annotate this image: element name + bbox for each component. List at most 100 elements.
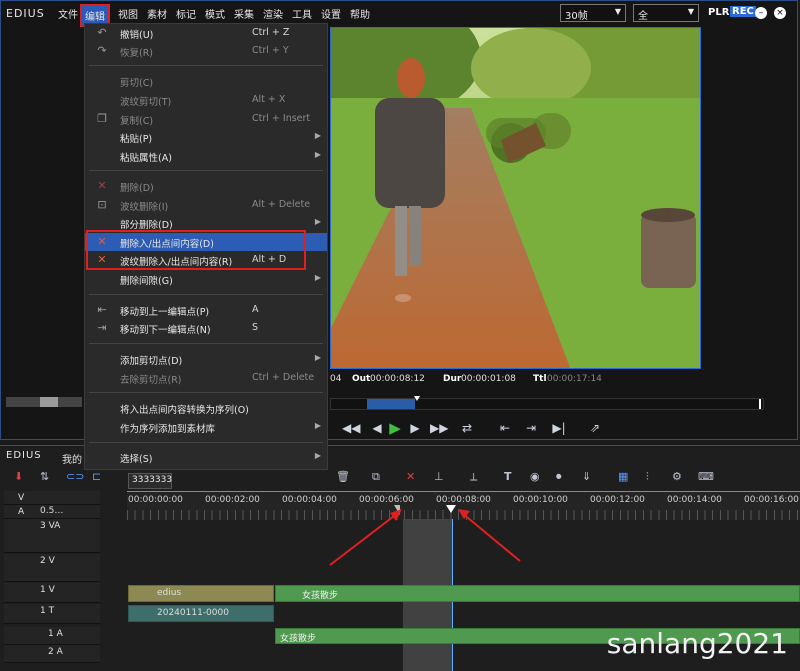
track-header-1a[interactable]: 1 A — [4, 627, 100, 645]
step-back-icon[interactable]: ◀ — [368, 420, 386, 436]
menu-item-next-edit[interactable]: ⇥ 移动到下一编辑点(N) S — [85, 319, 327, 337]
zoom-value: 全 — [638, 11, 648, 22]
trash-icon[interactable]: 🗑 — [336, 470, 350, 483]
dur-label: Dur — [443, 374, 462, 384]
track-header-1v[interactable]: 1 V — [4, 583, 100, 603]
menu-item-copy[interactable]: ❐ 复制(C) Ctrl + Insert — [85, 110, 327, 128]
zoom-select[interactable]: 全 ▼ — [633, 4, 699, 22]
menu-item-add-sequence-to-bin[interactable]: 作为序列添加到素材库 ▶ — [85, 418, 327, 436]
menu-item-shortcut: Alt + Delete — [252, 199, 311, 210]
replace-icon[interactable]: ⧉ — [372, 470, 380, 484]
menu-item-prev-edit[interactable]: ⇤ 移动到上一编辑点(P) A — [85, 301, 327, 319]
player-scrubber[interactable] — [330, 396, 764, 410]
track-header-2v[interactable]: 2 V — [4, 554, 100, 582]
ttl-label: Ttl — [533, 374, 547, 384]
prev-edit-icon[interactable]: ⇤ — [496, 420, 514, 436]
zoom-level[interactable]: 0.5… — [40, 506, 63, 516]
menu-view[interactable]: 视图 — [118, 6, 138, 21]
menu-item-convert-to-sequence[interactable]: 将入出点间内容转换为序列(O) — [85, 399, 327, 417]
track-header-3va[interactable]: 3 VA — [4, 519, 100, 553]
track-name: V — [18, 493, 25, 503]
menu-item-shortcut: Ctrl + Y — [252, 45, 289, 56]
ruler-tick-label: 00:00:14:00 — [667, 495, 722, 505]
delete-clip-icon[interactable]: ✕ — [406, 470, 415, 483]
delete-track-icon[interactable]: ⬇ — [14, 470, 23, 483]
menu-help[interactable]: 帮助 — [350, 6, 370, 21]
set-in-icon[interactable]: ▶| — [550, 420, 568, 436]
sequence-tab[interactable]: 3333333 — [128, 473, 172, 489]
menu-item-delete[interactable]: ✕ 删除(D) — [85, 177, 327, 195]
marker-icon[interactable]: ⊥ — [434, 470, 444, 483]
rec-button[interactable]: REC — [730, 6, 756, 17]
clip-edius[interactable]: edius — [128, 585, 274, 602]
menu-item-label: 添加剪切点(D) — [120, 356, 183, 367]
inout-range — [367, 399, 415, 409]
plr-button[interactable]: PLR — [708, 7, 729, 18]
track-header-v[interactable]: V — [4, 491, 100, 505]
fast-forward-icon[interactable]: ▶▶ — [430, 420, 448, 436]
source-scrubber[interactable] — [6, 397, 82, 407]
title-icon[interactable]: T — [504, 470, 512, 483]
timeline-logo: EDIUS — [6, 450, 42, 461]
menu-item-delete-gap[interactable]: 删除间隙(G) ▶ — [85, 270, 327, 288]
link-icon[interactable]: ⊂⊃ — [66, 470, 84, 483]
settings-icon[interactable]: ⚙ — [672, 470, 682, 483]
menu-item-add-cut[interactable]: 添加剪切点(D) ▶ — [85, 350, 327, 368]
step-forward-icon[interactable]: ▶ — [406, 420, 424, 436]
menu-item-select[interactable]: 选择(S) ▶ — [85, 448, 327, 466]
track-header-2a[interactable]: 2 A — [4, 645, 100, 663]
delete-icon: ✕ — [97, 179, 107, 192]
export-icon[interactable]: ⇓ — [582, 470, 591, 483]
menu-item-redo[interactable]: ↷ 恢复(R) Ctrl + Y — [85, 42, 327, 60]
current-timecode-suffix: 04 — [330, 374, 342, 384]
grid-icon[interactable]: ▦ — [618, 470, 628, 483]
rewind-icon[interactable]: ◀◀ — [342, 420, 360, 436]
out-timecode: 00:00:08:12 — [370, 374, 425, 384]
next-edit-icon[interactable]: ⇥ — [522, 420, 540, 436]
fps-select[interactable]: 30帧 ▼ — [560, 4, 626, 22]
clip-title[interactable]: 20240111-0000 — [128, 605, 274, 622]
submenu-arrow-icon: ▶ — [314, 131, 321, 140]
mixer-icon[interactable]: ⫶ — [646, 470, 649, 484]
menu-capture[interactable]: 采集 — [234, 6, 254, 21]
menu-clip[interactable]: 素材 — [147, 6, 167, 21]
track-header-a[interactable]: A 0.5… — [4, 505, 100, 519]
menu-tools[interactable]: 工具 — [292, 6, 312, 21]
menu-item-paste[interactable]: 粘贴(P) ▶ — [85, 128, 327, 146]
submenu-arrow-icon: ▶ — [314, 273, 321, 282]
menu-item-label: 部分删除(D) — [120, 220, 173, 231]
render-icon[interactable]: ◉ — [530, 470, 540, 483]
menu-item-remove-cut[interactable]: 去除剪切点(R) Ctrl + Delete — [85, 369, 327, 387]
playhead-icon[interactable] — [414, 396, 420, 401]
close-icon[interactable]: × — [774, 7, 786, 19]
split-icon[interactable]: ⟂ — [470, 470, 477, 484]
export-icon[interactable]: ⇗ — [586, 420, 604, 436]
ttl-timecode: 00:00:17:14 — [547, 374, 602, 384]
menu-mode[interactable]: 模式 — [205, 6, 225, 21]
menu-render[interactable]: 渲染 — [263, 6, 283, 21]
menu-item-label: 将入出点间内容转换为序列(O) — [120, 405, 249, 416]
menu-item-undo[interactable]: ↶ 撤销(U) Ctrl + Z — [85, 24, 327, 42]
menu-file[interactable]: 文件 — [58, 6, 78, 21]
menu-item-ripple-delete[interactable]: ⊡ 波纹删除(I) Alt + Delete — [85, 196, 327, 214]
menu-marker[interactable]: 标记 — [176, 6, 196, 21]
annotation-arrows — [329, 509, 521, 566]
play-icon[interactable]: ▶ — [386, 420, 404, 436]
menu-settings[interactable]: 设置 — [321, 6, 341, 21]
clip-video[interactable]: 女孩散步 — [275, 585, 800, 602]
menu-separator — [89, 343, 323, 344]
keyboard-icon[interactable]: ⌨ — [698, 470, 714, 483]
clip-label: 20240111-0000 — [157, 608, 229, 618]
minimize-icon[interactable]: – — [755, 7, 767, 19]
clip-label: edius — [157, 588, 182, 598]
track-name: A — [18, 507, 25, 517]
snap-icon[interactable]: ⊏ — [92, 470, 101, 483]
mic-icon[interactable]: ⏺ — [556, 470, 562, 484]
ripple-icon[interactable]: ⇅ — [40, 470, 49, 483]
menu-item-ripple-cut[interactable]: 波纹剪切(T) Alt + X — [85, 91, 327, 109]
menu-separator — [89, 170, 323, 171]
track-header-1t[interactable]: 1 T — [4, 604, 100, 624]
menu-item-paste-attributes[interactable]: 粘贴属性(A) ▶ — [85, 147, 327, 165]
loop-icon[interactable]: ⇄ — [458, 420, 476, 436]
menu-item-cut[interactable]: 剪切(C) — [85, 72, 327, 90]
